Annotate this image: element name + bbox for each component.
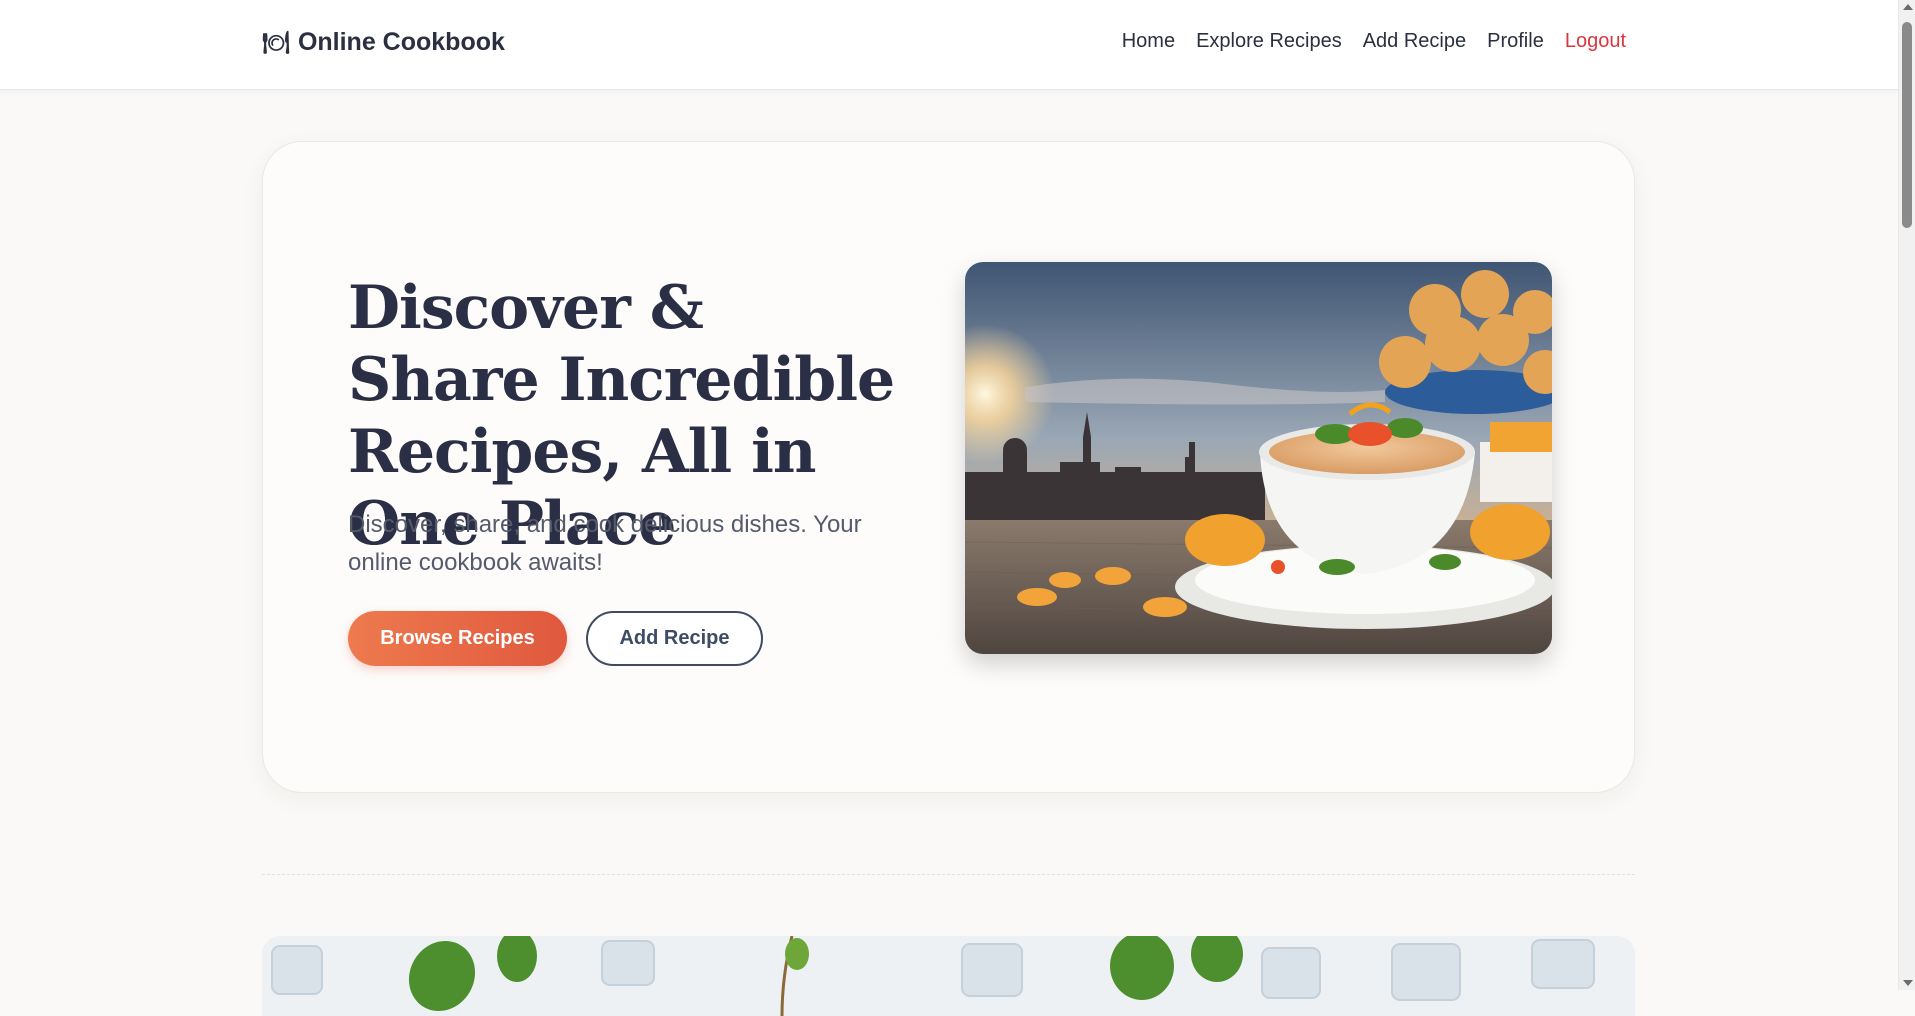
vertical-scrollbar[interactable] — [1898, 0, 1915, 990]
food-bowl-illustration — [965, 262, 1552, 654]
nav-links: Home Explore Recipes Add Recipe Profile … — [1122, 30, 1626, 53]
top-navbar: 🍽 Online Cookbook Home Explore Recipes A… — [0, 0, 1898, 90]
hero-subtitle: Discover, share, and cook delicious dish… — [348, 511, 862, 576]
browse-recipes-button[interactable]: Browse Recipes — [348, 611, 567, 666]
scroll-down-icon[interactable] — [1903, 980, 1913, 986]
nav-link-home[interactable]: Home — [1122, 30, 1175, 53]
scroll-up-icon[interactable] — [1903, 4, 1913, 10]
hero-food-image — [965, 262, 1552, 654]
brand-link[interactable]: 🍽 Online Cookbook — [262, 28, 505, 57]
plate-icon: 🍽 — [262, 29, 290, 55]
nav-link-logout[interactable]: Logout — [1565, 30, 1626, 53]
nav-link-add-recipe[interactable]: Add Recipe — [1363, 30, 1466, 53]
brand-name: Online Cookbook — [297, 28, 505, 56]
featured-banner-image — [262, 936, 1635, 1016]
hero-card: Discover & Share Incredible Recipes, All… — [262, 141, 1635, 793]
nav-link-explore-recipes[interactable]: Explore Recipes — [1196, 30, 1342, 53]
mint-ice-banner-illustration — [262, 936, 1635, 1016]
section-divider — [262, 874, 1635, 875]
add-recipe-button[interactable]: Add Recipe — [586, 611, 763, 666]
nav-link-profile[interactable]: Profile — [1487, 30, 1544, 53]
scroll-thumb[interactable] — [1902, 22, 1912, 228]
